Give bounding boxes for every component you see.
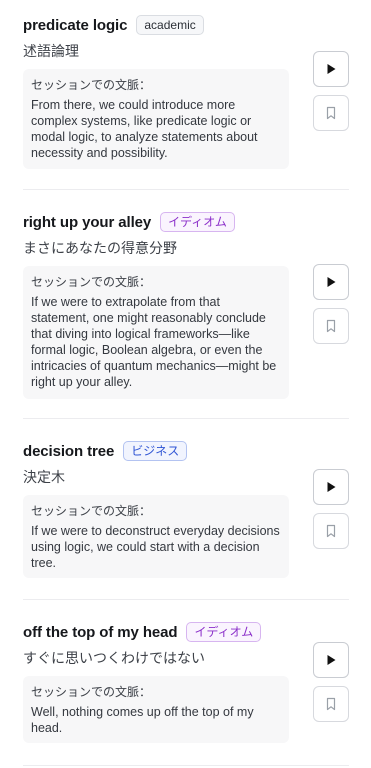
- context-sentence: If we were to extrapolate from that stat…: [31, 295, 277, 389]
- play-audio-button[interactable]: [313, 642, 349, 678]
- vocabulary-list: predicate logic academic 述語論理 セッションでの文脈：…: [0, 0, 371, 768]
- bookmark-button[interactable]: [313, 308, 349, 344]
- translation: すぐに思いつくわけではない: [23, 650, 205, 666]
- card-header: right up your alley イディオム: [23, 211, 349, 233]
- translation: 述語論理: [23, 43, 79, 59]
- play-icon: [327, 277, 336, 287]
- vocab-card: off the top of my head イディオム すぐに思いつくわけでは…: [23, 621, 349, 766]
- term: predicate logic: [23, 16, 128, 34]
- context-label: セッションでの文脈：: [31, 78, 152, 92]
- translation: まさにあなたの得意分野: [23, 240, 177, 256]
- card-header: predicate logic academic: [23, 14, 349, 36]
- play-audio-button[interactable]: [313, 264, 349, 300]
- play-audio-button[interactable]: [313, 51, 349, 87]
- context-sentence: Well, nothing comes up off the top of my…: [31, 705, 254, 735]
- category-tag: ビジネス: [123, 441, 188, 461]
- play-icon: [327, 482, 336, 492]
- bookmark-icon: [326, 319, 336, 333]
- bookmark-icon: [326, 524, 336, 538]
- vocab-card: decision tree ビジネス 決定木 セッションでの文脈： If we …: [23, 440, 349, 600]
- term: right up your alley: [23, 213, 152, 231]
- session-context-box: セッションでの文脈： From there, we could introduc…: [23, 69, 289, 169]
- bookmark-button[interactable]: [313, 513, 349, 549]
- term: decision tree: [23, 442, 115, 460]
- play-audio-button[interactable]: [313, 469, 349, 505]
- context-label: セッションでの文脈：: [31, 275, 152, 289]
- context-sentence: If we were to deconstruct everyday decis…: [31, 524, 280, 570]
- bookmark-icon: [326, 697, 336, 711]
- vocab-card: right up your alley イディオム まさにあなたの得意分野 セッ…: [23, 211, 349, 419]
- category-tag: イディオム: [186, 622, 262, 642]
- context-label: セッションでの文脈：: [31, 685, 152, 699]
- translation: 決定木: [23, 469, 65, 485]
- category-tag: academic: [136, 15, 204, 35]
- session-context-box: セッションでの文脈： If we were to extrapolate fro…: [23, 266, 289, 399]
- bookmark-button[interactable]: [313, 686, 349, 722]
- category-tag: イディオム: [160, 212, 235, 232]
- bookmark-icon: [326, 106, 336, 120]
- vocab-card: predicate logic academic 述語論理 セッションでの文脈：…: [23, 14, 349, 190]
- play-icon: [327, 655, 336, 665]
- session-context-box: セッションでの文脈： If we were to deconstruct eve…: [23, 495, 289, 578]
- bookmark-button[interactable]: [313, 95, 349, 131]
- card-header: off the top of my head イディオム: [23, 621, 349, 643]
- session-context-box: セッションでの文脈： Well, nothing comes up off th…: [23, 676, 289, 743]
- term: off the top of my head: [23, 623, 178, 641]
- play-icon: [327, 64, 336, 74]
- context-label: セッションでの文脈：: [31, 504, 152, 518]
- card-header: decision tree ビジネス: [23, 440, 349, 462]
- context-sentence: From there, we could introduce more comp…: [31, 98, 258, 160]
